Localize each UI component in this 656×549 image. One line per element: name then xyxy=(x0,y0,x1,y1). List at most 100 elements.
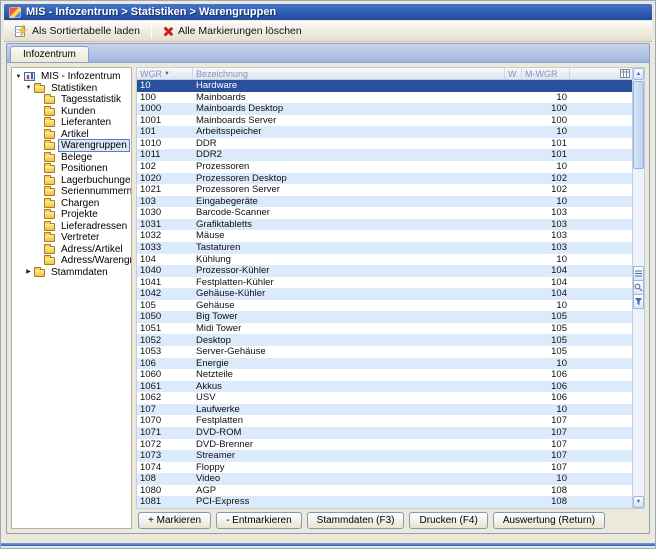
footer-button-stammdaten-f3[interactable]: Stammdaten (F3) xyxy=(307,512,405,529)
table-row[interactable]: 108Video10 xyxy=(137,473,632,485)
cell-wgr: 1010 xyxy=(137,139,193,149)
column-header-mwgr[interactable]: M-WGR xyxy=(522,68,570,79)
expand-icon[interactable]: ▶ xyxy=(24,269,33,275)
cell-bez: Arbeitsspeicher xyxy=(193,127,505,137)
grid-filter-icon[interactable] xyxy=(633,294,644,309)
cell-bez: DDR xyxy=(193,139,505,149)
column-header-wgr[interactable]: WGR ▼ xyxy=(137,68,193,79)
folder-icon xyxy=(44,165,55,173)
cell-mwgr: 103 xyxy=(522,243,570,253)
cell-bez: Festplatten-Kühler xyxy=(193,278,505,288)
cell-mwgr: 103 xyxy=(522,220,570,230)
table-row[interactable]: 10Hardware xyxy=(137,80,632,92)
cell-wgr: 1071 xyxy=(137,428,193,438)
table-row[interactable]: 102Prozessoren10 xyxy=(137,161,632,173)
column-header-w[interactable]: W xyxy=(505,68,522,79)
load-sort-table-button[interactable]: Als Sortiertabelle laden xyxy=(8,22,147,40)
table-row[interactable]: 1062USV106 xyxy=(137,392,632,404)
grid-panel: WGR ▼ Bezeichnung W M-WGR 10Hardware100M… xyxy=(136,67,645,529)
table-row[interactable]: 1021Prozessoren Server102 xyxy=(137,184,632,196)
sort-asc-icon: ▼ xyxy=(164,71,170,77)
table-row[interactable]: 1031Grafiktabletts103 xyxy=(137,219,632,231)
table-row[interactable]: 1053Server-Gehäuse105 xyxy=(137,346,632,358)
cell-bez: Prozessoren xyxy=(193,162,505,172)
table-row[interactable]: 107Laufwerke10 xyxy=(137,404,632,416)
footer-button-markieren[interactable]: + Markieren xyxy=(138,512,211,529)
infocenter-icon xyxy=(24,72,35,81)
cell-mwgr: 106 xyxy=(522,382,570,392)
table-row[interactable]: 1042Gehäuse-Kühler104 xyxy=(137,288,632,300)
table-row[interactable]: 1040Prozessor-Kühler104 xyxy=(137,265,632,277)
table-row[interactable]: 1020Prozessoren Desktop102 xyxy=(137,173,632,185)
cell-mwgr: 101 xyxy=(522,139,570,149)
column-chooser-icon[interactable] xyxy=(618,68,632,79)
table-row[interactable]: 1061Akkus106 xyxy=(137,381,632,393)
folder-icon xyxy=(44,142,55,150)
table-row[interactable]: 1072DVD-Brenner107 xyxy=(137,439,632,451)
footer-button-entmarkieren[interactable]: - Entmarkieren xyxy=(216,512,302,529)
table-row[interactable]: 106Energie10 xyxy=(137,358,632,370)
tree-item-label: Stammdaten xyxy=(48,266,111,279)
cell-mwgr: 105 xyxy=(522,347,570,357)
table-row[interactable]: 1001Mainboards Server100 xyxy=(137,115,632,127)
table-row[interactable]: 1041Festplatten-Kühler104 xyxy=(137,277,632,289)
footer-button-auswertung-return[interactable]: Auswertung (Return) xyxy=(493,512,605,529)
cell-wgr: 1031 xyxy=(137,220,193,230)
table-row[interactable]: 1073Streamer107 xyxy=(137,450,632,462)
table-row[interactable]: 1033Tastaturen103 xyxy=(137,242,632,254)
table-row[interactable]: 1071DVD-ROM107 xyxy=(137,427,632,439)
table-row[interactable]: 1070Festplatten107 xyxy=(137,415,632,427)
footer-button-drucken-f4[interactable]: Drucken (F4) xyxy=(409,512,487,529)
table-row[interactable]: 105Gehäuse10 xyxy=(137,300,632,312)
cell-bez: Hardware xyxy=(193,81,505,91)
table-row[interactable]: 1032Mäuse103 xyxy=(137,230,632,242)
collapse-icon[interactable]: ▼ xyxy=(14,74,23,80)
table-row[interactable]: 1011DDR2101 xyxy=(137,149,632,161)
grid-menu-icon[interactable] xyxy=(633,266,644,281)
window-bottom-border xyxy=(1,543,655,546)
window-title: MIS - Infozentrum > Statistiken > Wareng… xyxy=(26,6,276,18)
table-row[interactable]: 1000Mainboards Desktop100 xyxy=(137,103,632,115)
clear-marks-button[interactable]: Alle Markierungen löschen xyxy=(156,22,309,40)
cell-mwgr: 107 xyxy=(522,451,570,461)
table-row[interactable]: 1010DDR 101 xyxy=(137,138,632,150)
cell-bez: Gehäuse-Kühler xyxy=(193,289,505,299)
cell-wgr: 1001 xyxy=(137,116,193,126)
cell-wgr: 1052 xyxy=(137,336,193,346)
toolbar-separator xyxy=(151,24,152,38)
table-row[interactable]: 100Mainboards10 xyxy=(137,92,632,104)
table-row[interactable]: 1052Desktop105 xyxy=(137,334,632,346)
cell-bez: Desktop xyxy=(193,336,505,346)
cell-wgr: 1072 xyxy=(137,440,193,450)
folder-icon xyxy=(44,246,55,254)
table-row[interactable]: 101Arbeitsspeicher10 xyxy=(137,126,632,138)
table-row[interactable]: 1080AGP108 xyxy=(137,485,632,497)
table-row[interactable]: 1051Midi Tower105 xyxy=(137,323,632,335)
scroll-up-icon[interactable]: ▲ xyxy=(633,68,644,80)
tab-infozentrum[interactable]: Infozentrum xyxy=(10,46,89,62)
cell-wgr: 1062 xyxy=(137,393,193,403)
scrollbar-tools xyxy=(633,266,644,308)
cell-wgr: 1033 xyxy=(137,243,193,253)
grid-search-icon[interactable] xyxy=(633,280,644,295)
table-row[interactable]: 103Eingabegeräte10 xyxy=(137,196,632,208)
scroll-down-icon[interactable]: ▼ xyxy=(633,496,644,508)
cell-wgr: 1021 xyxy=(137,185,193,195)
table-row[interactable]: 1030Barcode-Scanner103 xyxy=(137,207,632,219)
cell-bez: Floppy xyxy=(193,463,505,473)
scrollbar-thumb[interactable] xyxy=(633,81,644,169)
load-sort-table-icon xyxy=(15,25,28,38)
table-row[interactable]: 1050Big Tower105 xyxy=(137,311,632,323)
table-row[interactable]: 1081PCI-Express108 xyxy=(137,496,632,508)
column-header-bezeichnung[interactable]: Bezeichnung xyxy=(193,68,505,79)
table-row[interactable]: 104Kühlung10 xyxy=(137,254,632,266)
scrollbar[interactable]: ▲ ▼ xyxy=(632,67,645,509)
table-row[interactable]: 1074Floppy107 xyxy=(137,462,632,474)
cell-bez: PCI-Express xyxy=(193,497,505,507)
cell-wgr: 1073 xyxy=(137,451,193,461)
tabstrip: Infozentrum xyxy=(6,43,650,62)
clear-marks-icon xyxy=(163,26,174,37)
table-row[interactable]: 1060Netzteile106 xyxy=(137,369,632,381)
tree-item-stammdaten[interactable]: ▶ Stammdaten xyxy=(12,267,131,279)
collapse-icon[interactable]: ▼ xyxy=(24,85,33,91)
